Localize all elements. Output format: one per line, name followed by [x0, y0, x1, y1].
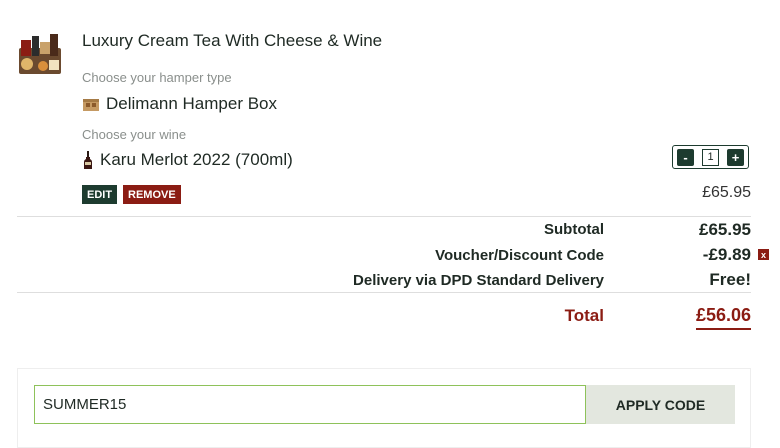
hamper-type-label: Choose your hamper type: [82, 70, 232, 85]
total-value: £56.06: [695, 305, 751, 330]
quantity-value[interactable]: 1: [702, 148, 719, 166]
subtotal-value: £65.95: [699, 220, 751, 239]
voucher-label: Voucher/Discount Code: [435, 247, 604, 264]
subtotal-label: Subtotal: [544, 221, 604, 238]
delivery-value: Free!: [709, 270, 751, 289]
increase-quantity-button[interactable]: +: [727, 148, 744, 166]
divider: [17, 216, 751, 217]
wine-text: Karu Merlot 2022 (700ml): [100, 150, 293, 169]
wine-label: Choose your wine: [82, 127, 187, 142]
delivery-label: Delivery via DPD Standard Delivery: [353, 272, 604, 289]
apply-code-button[interactable]: APPLY CODE: [586, 385, 735, 424]
line-item-price: £65.95: [702, 184, 751, 201]
total-label: Total: [564, 306, 604, 325]
hamper-type-value: Delimann Hamper Box: [82, 94, 277, 114]
remove-button[interactable]: REMOVE: [123, 185, 181, 204]
wine-value: Karu Merlot 2022 (700ml): [82, 150, 293, 170]
wine-bottle-icon: [82, 150, 94, 170]
hamper-box-icon: [82, 96, 100, 112]
voucher-value: -£9.89: [702, 245, 751, 264]
remove-voucher-button[interactable]: x: [758, 249, 769, 260]
product-thumbnail: [19, 34, 61, 74]
product-title[interactable]: Luxury Cream Tea With Cheese & Wine: [82, 31, 382, 51]
edit-button[interactable]: EDIT: [82, 185, 118, 204]
decrease-quantity-button[interactable]: -: [677, 148, 694, 166]
divider: [17, 292, 751, 293]
voucher-code-input[interactable]: SUMMER15: [34, 385, 586, 424]
quantity-stepper: - 1 +: [672, 145, 749, 169]
hamper-type-text: Delimann Hamper Box: [106, 94, 278, 113]
